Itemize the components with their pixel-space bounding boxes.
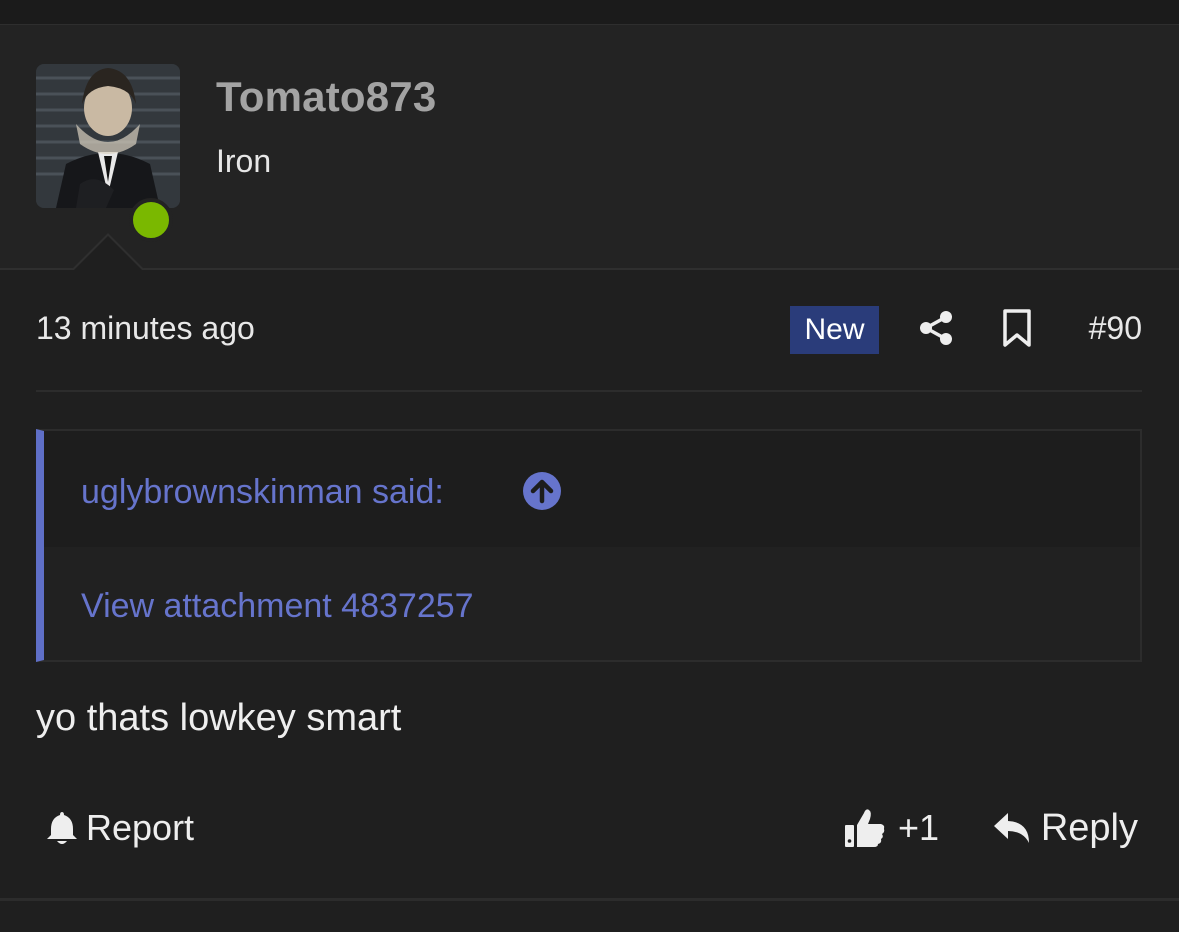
post-timestamp[interactable]: 13 minutes ago [36, 310, 255, 347]
quote-author[interactable]: uglybrownskinman said: [81, 473, 444, 512]
reply-label: Reply [1040, 806, 1138, 849]
meta-divider [36, 390, 1142, 392]
reply-icon [993, 813, 1029, 843]
post-bottom-divider [0, 898, 1179, 901]
new-badge: New [790, 306, 879, 354]
post-meta-row: 13 minutes ago New #90 [36, 300, 1142, 360]
quote-block: uglybrownskinman said: View attachment 4… [36, 429, 1142, 662]
username[interactable]: Tomato873 [216, 73, 436, 121]
bookmark-icon[interactable] [1001, 308, 1033, 348]
avatar-image [36, 64, 180, 208]
thumbs-up-icon [845, 809, 885, 847]
attachment-link[interactable]: View attachment 4837257 [81, 587, 474, 626]
top-strip [0, 0, 1179, 25]
report-button[interactable]: Report [46, 804, 194, 852]
bell-icon [47, 812, 77, 844]
reply-button[interactable]: Reply [993, 804, 1138, 852]
report-label: Report [86, 807, 195, 848]
header-pointer [74, 236, 142, 270]
like-count: +1 [898, 807, 940, 848]
arrow-up-circle-icon[interactable] [522, 471, 562, 511]
user-rank: Iron [216, 143, 272, 179]
post-actions: Report +1 Reply [36, 800, 1142, 856]
post-author-header: Tomato873 Iron [0, 25, 1179, 270]
avatar[interactable] [36, 64, 180, 208]
post-number[interactable]: #90 [1089, 310, 1142, 347]
like-button[interactable]: +1 [844, 804, 939, 852]
share-icon[interactable] [918, 310, 954, 346]
quote-header: uglybrownskinman said: [44, 431, 1140, 547]
post-body-text: yo thats lowkey smart [36, 697, 402, 739]
